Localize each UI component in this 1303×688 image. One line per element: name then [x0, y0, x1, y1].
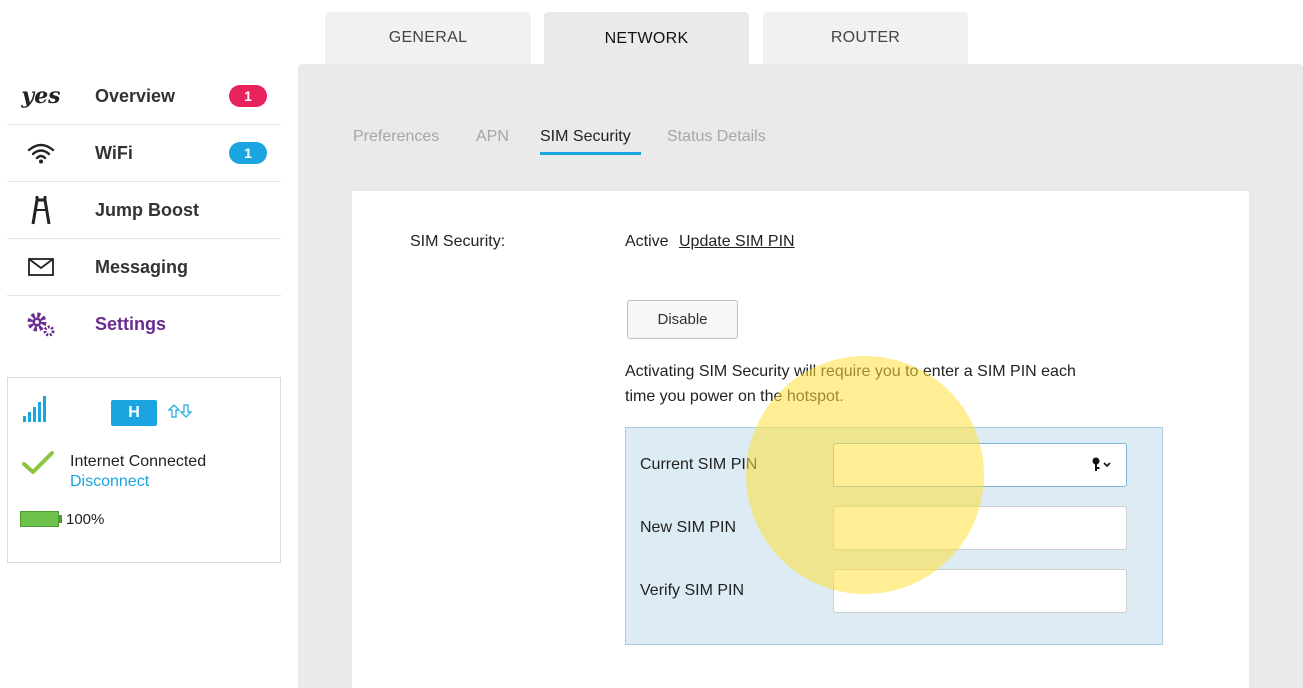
- disconnect-link[interactable]: Disconnect: [70, 473, 149, 491]
- subtab-status-details[interactable]: Status Details: [667, 128, 766, 146]
- description-line-2: time you power on the hotspot.: [625, 388, 844, 405]
- gears-icon: [21, 309, 61, 339]
- sidebar-item-label: Settings: [95, 313, 167, 334]
- sidebar-item-settings[interactable]: Settings: [7, 296, 281, 352]
- sim-security-status: Active: [625, 233, 669, 250]
- sidebar-item-messaging[interactable]: Messaging: [7, 239, 281, 296]
- sidebar-item-overview[interactable]: yes Overview 1: [7, 68, 281, 125]
- new-sim-pin-input[interactable]: [833, 506, 1127, 550]
- verify-sim-pin-input[interactable]: [833, 569, 1127, 613]
- current-sim-pin-label: Current SIM PIN: [640, 456, 758, 473]
- sidebar-item-wifi[interactable]: WiFi 1: [7, 125, 281, 182]
- subtab-sim-security[interactable]: SIM Security: [540, 128, 631, 146]
- envelope-icon: [21, 252, 61, 282]
- tab-network[interactable]: NETWORK: [544, 12, 749, 66]
- signal-strength-icon: [23, 396, 47, 427]
- subtab-preferences[interactable]: Preferences: [353, 128, 439, 146]
- sidebar: yes Overview 1 WiFi 1 Jump Boost Messagi…: [7, 68, 281, 352]
- sidebar-item-label: WiFi: [95, 142, 133, 163]
- yes-logo-icon: yes: [21, 83, 61, 109]
- sidebar-item-jump-boost[interactable]: Jump Boost: [7, 182, 281, 239]
- current-sim-pin-input[interactable]: [833, 443, 1127, 487]
- wifi-icon: [21, 138, 61, 168]
- new-sim-pin-label: New SIM PIN: [640, 519, 737, 536]
- check-icon: [22, 451, 54, 480]
- tab-general[interactable]: GENERAL: [325, 12, 531, 64]
- network-type-badge: H: [111, 400, 157, 426]
- notification-badge: 1: [229, 142, 267, 164]
- connection-status-box: H Internet Connected Disconnect 100%: [7, 377, 281, 563]
- sidebar-item-label: Overview: [95, 85, 176, 106]
- tab-router[interactable]: ROUTER: [763, 12, 968, 64]
- jump-boost-icon: [21, 195, 61, 225]
- battery-icon: [20, 511, 62, 532]
- sim-security-label: SIM Security:: [410, 233, 506, 250]
- notification-badge: 1: [229, 85, 267, 107]
- sidebar-item-label: Jump Boost: [95, 199, 200, 220]
- password-key-icon[interactable]: [1090, 456, 1114, 477]
- connection-status-text: Internet Connected: [70, 453, 207, 470]
- description-line-1: Activating SIM Security will require you…: [625, 363, 1076, 380]
- data-transfer-icon: [167, 404, 193, 423]
- verify-sim-pin-label: Verify SIM PIN: [640, 582, 745, 599]
- disable-button[interactable]: Disable: [627, 300, 738, 339]
- active-subtab-indicator: [540, 152, 641, 155]
- subtab-apn[interactable]: APN: [476, 128, 509, 146]
- sidebar-item-label: Messaging: [95, 256, 189, 277]
- update-sim-pin-link[interactable]: Update SIM PIN: [679, 233, 795, 251]
- battery-level-text: 100%: [66, 511, 105, 528]
